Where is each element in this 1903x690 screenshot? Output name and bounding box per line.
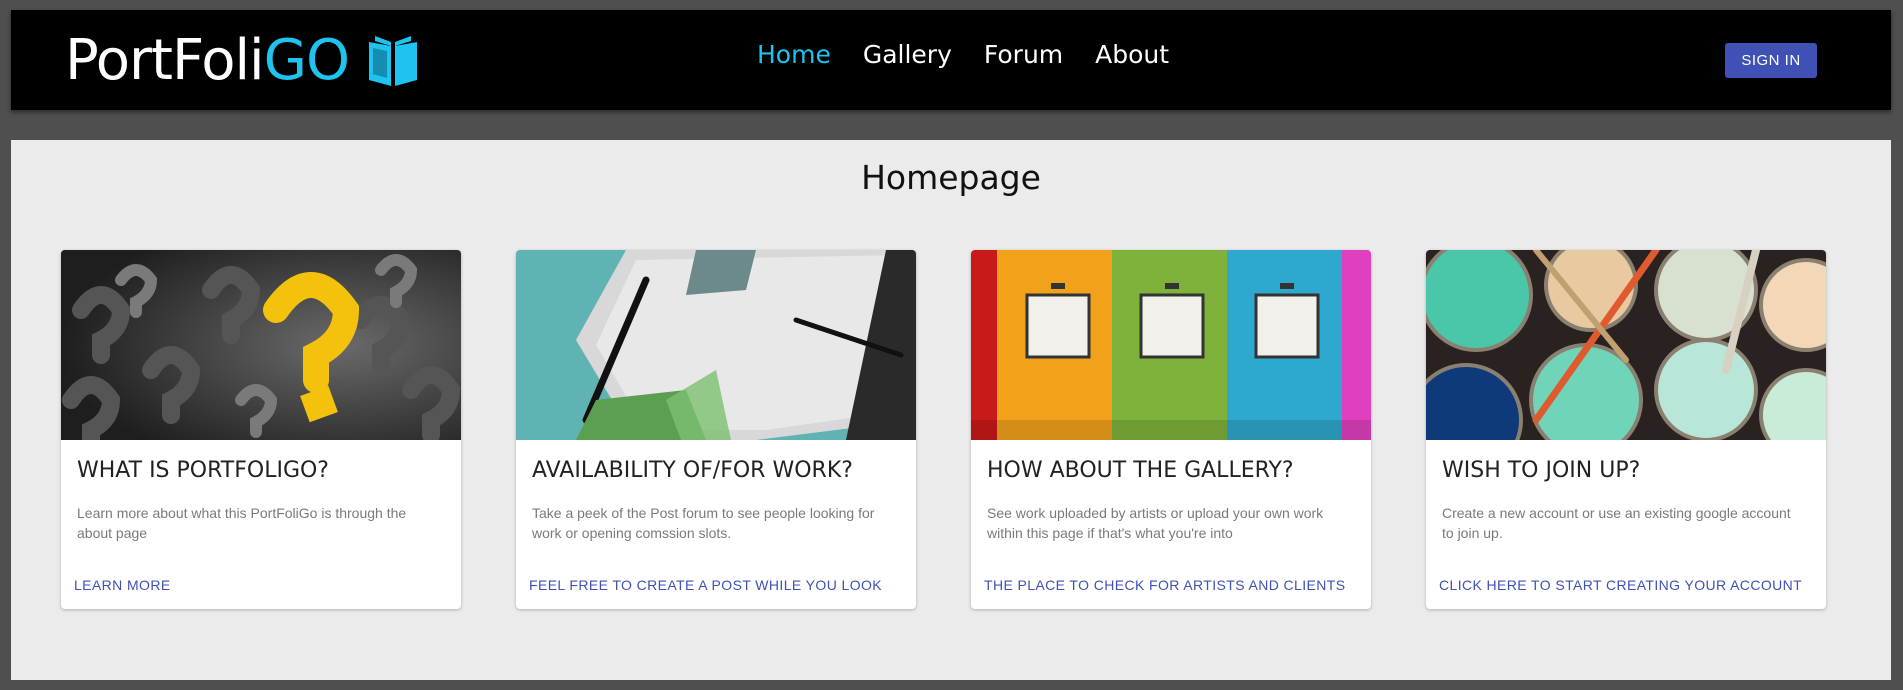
nav-home[interactable]: Home bbox=[757, 40, 831, 69]
card-title: WISH TO JOIN UP? bbox=[1442, 458, 1641, 483]
logo-text-part1: PortFoli bbox=[65, 27, 265, 93]
card-gallery: HOW ABOUT THE GALLERY? See work uploaded… bbox=[971, 250, 1371, 609]
create-account-link[interactable]: CLICK HERE TO START CREATING YOUR ACCOUN… bbox=[1439, 577, 1802, 593]
nav-gallery[interactable]: Gallery bbox=[863, 40, 952, 69]
nav-forum[interactable]: Forum bbox=[984, 40, 1063, 69]
colorful-gallery-image bbox=[971, 250, 1371, 440]
logo[interactable]: PortFoli GO bbox=[65, 27, 421, 93]
card-text: Create a new account or use an existing … bbox=[1442, 505, 1791, 541]
nav-about[interactable]: About bbox=[1095, 40, 1169, 69]
logo-text-part2: GO bbox=[263, 27, 350, 93]
create-post-link[interactable]: FEEL FREE TO CREATE A POST WHILE YOU LOO… bbox=[529, 577, 882, 593]
card-text: See work uploaded by artists or upload y… bbox=[987, 505, 1324, 541]
card-title: HOW ABOUT THE GALLERY? bbox=[987, 458, 1294, 483]
main-content: Homepage WHAT IS PORTFOLIGO? Learn more … bbox=[11, 140, 1891, 680]
page-title: Homepage bbox=[861, 158, 1041, 197]
paint-jars-image bbox=[1426, 250, 1826, 440]
learn-more-link[interactable]: LEARN MORE bbox=[74, 577, 171, 593]
question-marks-image bbox=[61, 250, 461, 440]
card-text: Take a peek of the Post forum to see peo… bbox=[532, 505, 875, 541]
top-navbar: PortFoli GO Home Gallery Forum About SIGN… bbox=[11, 10, 1891, 110]
card-title: AVAILABILITY OF/FOR WORK? bbox=[532, 458, 853, 483]
drawing-desk-image bbox=[516, 250, 916, 440]
open-book-icon bbox=[369, 36, 418, 86]
check-artists-link[interactable]: THE PLACE TO CHECK FOR ARTISTS AND CLIEN… bbox=[984, 577, 1345, 593]
main-nav: Home Gallery Forum About bbox=[757, 40, 1201, 69]
card-availability: AVAILABILITY OF/FOR WORK? Take a peek of… bbox=[516, 250, 916, 609]
card-title: WHAT IS PORTFOLIGO? bbox=[77, 458, 329, 483]
card-what-is: WHAT IS PORTFOLIGO? Learn more about wha… bbox=[61, 250, 461, 609]
card-join: WISH TO JOIN UP? Create a new account or… bbox=[1426, 250, 1826, 609]
card-text: Learn more about what this PortFoliGo is… bbox=[77, 505, 407, 541]
sign-in-button[interactable]: SIGN IN bbox=[1725, 43, 1817, 78]
